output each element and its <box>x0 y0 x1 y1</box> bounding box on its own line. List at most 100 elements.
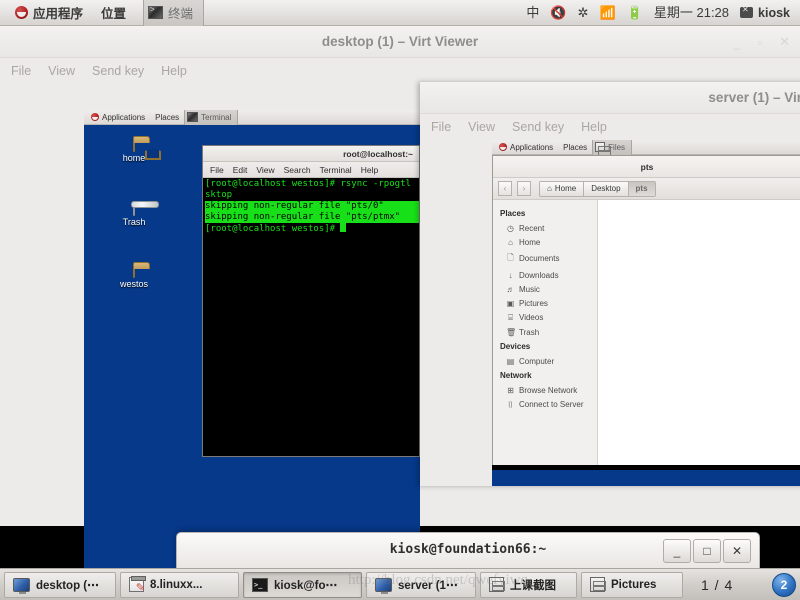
guest-window-item-files[interactable]: Files <box>592 140 633 156</box>
desktop-icon-trash[interactable]: Trash <box>104 204 164 227</box>
menu-view[interactable]: View <box>468 120 495 134</box>
window-list-item-terminal[interactable]: 终端 <box>143 0 205 26</box>
breadcrumb-pts[interactable]: pts <box>628 181 655 196</box>
desktop-icon-westos-label: westos <box>119 279 148 289</box>
terminal-menu-help[interactable]: Help <box>361 165 378 175</box>
sidebar-item-home[interactable]: ⌂ Home <box>493 235 597 249</box>
taskbar-item-screenshots[interactable]: 上课截图 <box>480 571 577 598</box>
applications-menu[interactable]: 应用程序 <box>6 1 92 24</box>
menu-view[interactable]: View <box>48 64 75 78</box>
terminal-line: [root@localhost westos]# rsync -rpogtl <box>205 179 411 189</box>
fedora-logo-icon <box>91 113 99 121</box>
server-window-titlebar[interactable]: server (1) – Vir <box>420 82 800 114</box>
desktop-window-controls: _ ▫ ✕ <box>733 26 790 58</box>
menu-file[interactable]: File <box>431 120 451 134</box>
volume-muted-icon[interactable]: 🔇 <box>550 6 566 19</box>
sidebar-header-places: Places <box>500 209 526 218</box>
menu-file[interactable]: File <box>11 64 31 78</box>
taskbar-item-desktop[interactable]: desktop (⋯ <box>4 571 116 598</box>
user-menu[interactable]: kiosk <box>740 5 790 20</box>
workspace-pager[interactable]: 1 / 4 <box>693 577 741 593</box>
breadcrumb-desktop[interactable]: Desktop <box>584 181 629 196</box>
file-manager-window[interactable]: pts ‹ › ⌂ Home Desktop pts Places ◷ Rece… <box>492 155 800 465</box>
terminal-output[interactable]: [root@localhost westos]# rsync -rpogtl s… <box>203 178 419 235</box>
file-manager-file-list[interactable] <box>598 200 800 465</box>
maximize-button[interactable]: □ <box>693 539 721 563</box>
taskbar-item-kiosk[interactable]: >_ kiosk@fo⋯ <box>243 571 362 598</box>
minimize-button[interactable]: _ <box>733 35 740 50</box>
taskbar-item-pictures[interactable]: Pictures <box>581 571 683 598</box>
video-icon: ⌸ <box>508 312 513 322</box>
files-icon <box>489 577 505 592</box>
notification-badge[interactable]: 2 <box>772 572 796 597</box>
battery-charging-icon[interactable]: 🔋 <box>627 6 643 19</box>
guest-places-menu[interactable]: Places <box>150 113 184 122</box>
chat-status-icon <box>740 5 754 18</box>
maximize-button[interactable]: ▫ <box>757 35 762 50</box>
nav-forward-button[interactable]: › <box>517 181 531 196</box>
sidebar-item-browse-network[interactable]: ⊞ Browse Network <box>493 383 597 397</box>
gnome-top-panel: 应用程序 位置 终端 中 🔇 ✲ 📶 🔋 星期一 21:28 kiosk <box>0 0 800 26</box>
taskbar-item-8linux[interactable]: 8.linuxx... <box>120 571 239 598</box>
sidebar-item-music[interactable]: ♬ Music <box>493 282 597 296</box>
terminal-icon: >_ <box>252 577 268 592</box>
taskbar-item-server[interactable]: server (1⋯ <box>366 571 476 598</box>
wifi-icon[interactable]: 📶 <box>600 6 616 19</box>
file-manager-title: pts <box>640 161 654 172</box>
file-manager-titlebar[interactable]: pts <box>493 156 800 178</box>
places-menu[interactable]: 位置 <box>92 1 135 24</box>
nav-back-button[interactable]: ‹ <box>498 181 512 196</box>
guest-applications-menu[interactable]: Applications <box>86 113 150 122</box>
terminal-line-highlighted: skipping non-regular file "pts/0" <box>205 201 419 212</box>
menu-send-key[interactable]: Send key <box>512 120 564 134</box>
sidebar-item-computer[interactable]: ▤ Computer <box>493 354 597 368</box>
server-guest-top-panel: Applications Places Files <box>492 140 800 156</box>
server-guest-screen[interactable]: Applications Places Files pts ‹ › ⌂ Home… <box>492 140 800 486</box>
sidebar-item-label: Trash <box>519 327 540 337</box>
terminal-menu-terminal[interactable]: Terminal <box>320 165 352 175</box>
sidebar-item-trash[interactable]: 🗑 Trash <box>493 325 597 339</box>
terminal-titlebar[interactable]: root@localhost:~ <box>203 146 419 162</box>
terminal-menu-file[interactable]: File <box>210 165 224 175</box>
sidebar-item-downloads[interactable]: ↓ Downloads <box>493 268 597 282</box>
note-icon <box>129 576 146 594</box>
minimize-button[interactable]: _ <box>663 539 691 563</box>
file-manager-body: Places ◷ Recent ⌂ Home 🗋 Documents ↓ Downloa… <box>493 200 800 465</box>
desktop-icon-westos[interactable]: westos <box>104 266 164 289</box>
menu-send-key[interactable]: Send key <box>92 64 144 78</box>
clock[interactable]: 星期一 21:28 <box>654 6 729 19</box>
gnome-terminal-window[interactable]: root@localhost:~ File Edit View Search T… <box>202 145 420 457</box>
bluetooth-icon[interactable]: ✲ <box>578 6 589 19</box>
guest-desktop-area[interactable]: home Trash westos root@localhost:~ File … <box>84 125 420 575</box>
trash-icon <box>133 204 135 216</box>
terminal-menu-search[interactable]: Search <box>284 165 311 175</box>
sidebar-item-videos[interactable]: ⌸ Videos <box>493 310 597 325</box>
fedora-logo-icon <box>499 143 507 151</box>
input-method-indicator[interactable]: 中 <box>526 6 539 19</box>
terminal-menu-view[interactable]: View <box>256 165 274 175</box>
breadcrumb: ⌂ Home Desktop pts <box>539 180 656 197</box>
desktop-window-titlebar[interactable]: desktop (1) – Virt Viewer _ ▫ ✕ <box>0 26 800 58</box>
sidebar-item-recent[interactable]: ◷ Recent <box>493 221 597 235</box>
menu-help[interactable]: Help <box>161 64 187 78</box>
guest-places-menu[interactable]: Places <box>558 143 592 152</box>
sidebar-item-connect-to-server[interactable]: ⌷ Connect to Server <box>493 397 597 412</box>
applications-menu-label: 应用程序 <box>33 7 84 21</box>
breadcrumb-home[interactable]: ⌂ Home <box>540 181 585 196</box>
desktop-guest-screen[interactable]: Applications Places Terminal home Trash <box>84 110 420 588</box>
menu-help[interactable]: Help <box>581 120 607 134</box>
server-guest-desktop-area[interactable] <box>492 470 800 486</box>
sidebar-item-documents[interactable]: 🗋 Documents <box>493 249 597 268</box>
guest-window-item-terminal[interactable]: Terminal <box>184 110 239 125</box>
kiosk-terminal-window[interactable]: kiosk@foundation66:~ _ □ ✕ <box>176 532 760 570</box>
sidebar-item-pictures[interactable]: ▣ Pictures <box>493 296 597 310</box>
terminal-menu-edit[interactable]: Edit <box>233 165 248 175</box>
desktop-icon-home[interactable]: home <box>104 140 164 163</box>
guest-applications-menu[interactable]: Applications <box>494 143 558 152</box>
desktop-window-title: desktop (1) – Virt Viewer <box>321 34 479 49</box>
terminal-line: sktop <box>205 190 233 200</box>
terminal-menubar: File Edit View Search Terminal Help <box>203 162 419 178</box>
close-button[interactable]: ✕ <box>723 539 751 563</box>
monitor-icon <box>375 577 392 594</box>
close-button[interactable]: ✕ <box>779 34 790 50</box>
